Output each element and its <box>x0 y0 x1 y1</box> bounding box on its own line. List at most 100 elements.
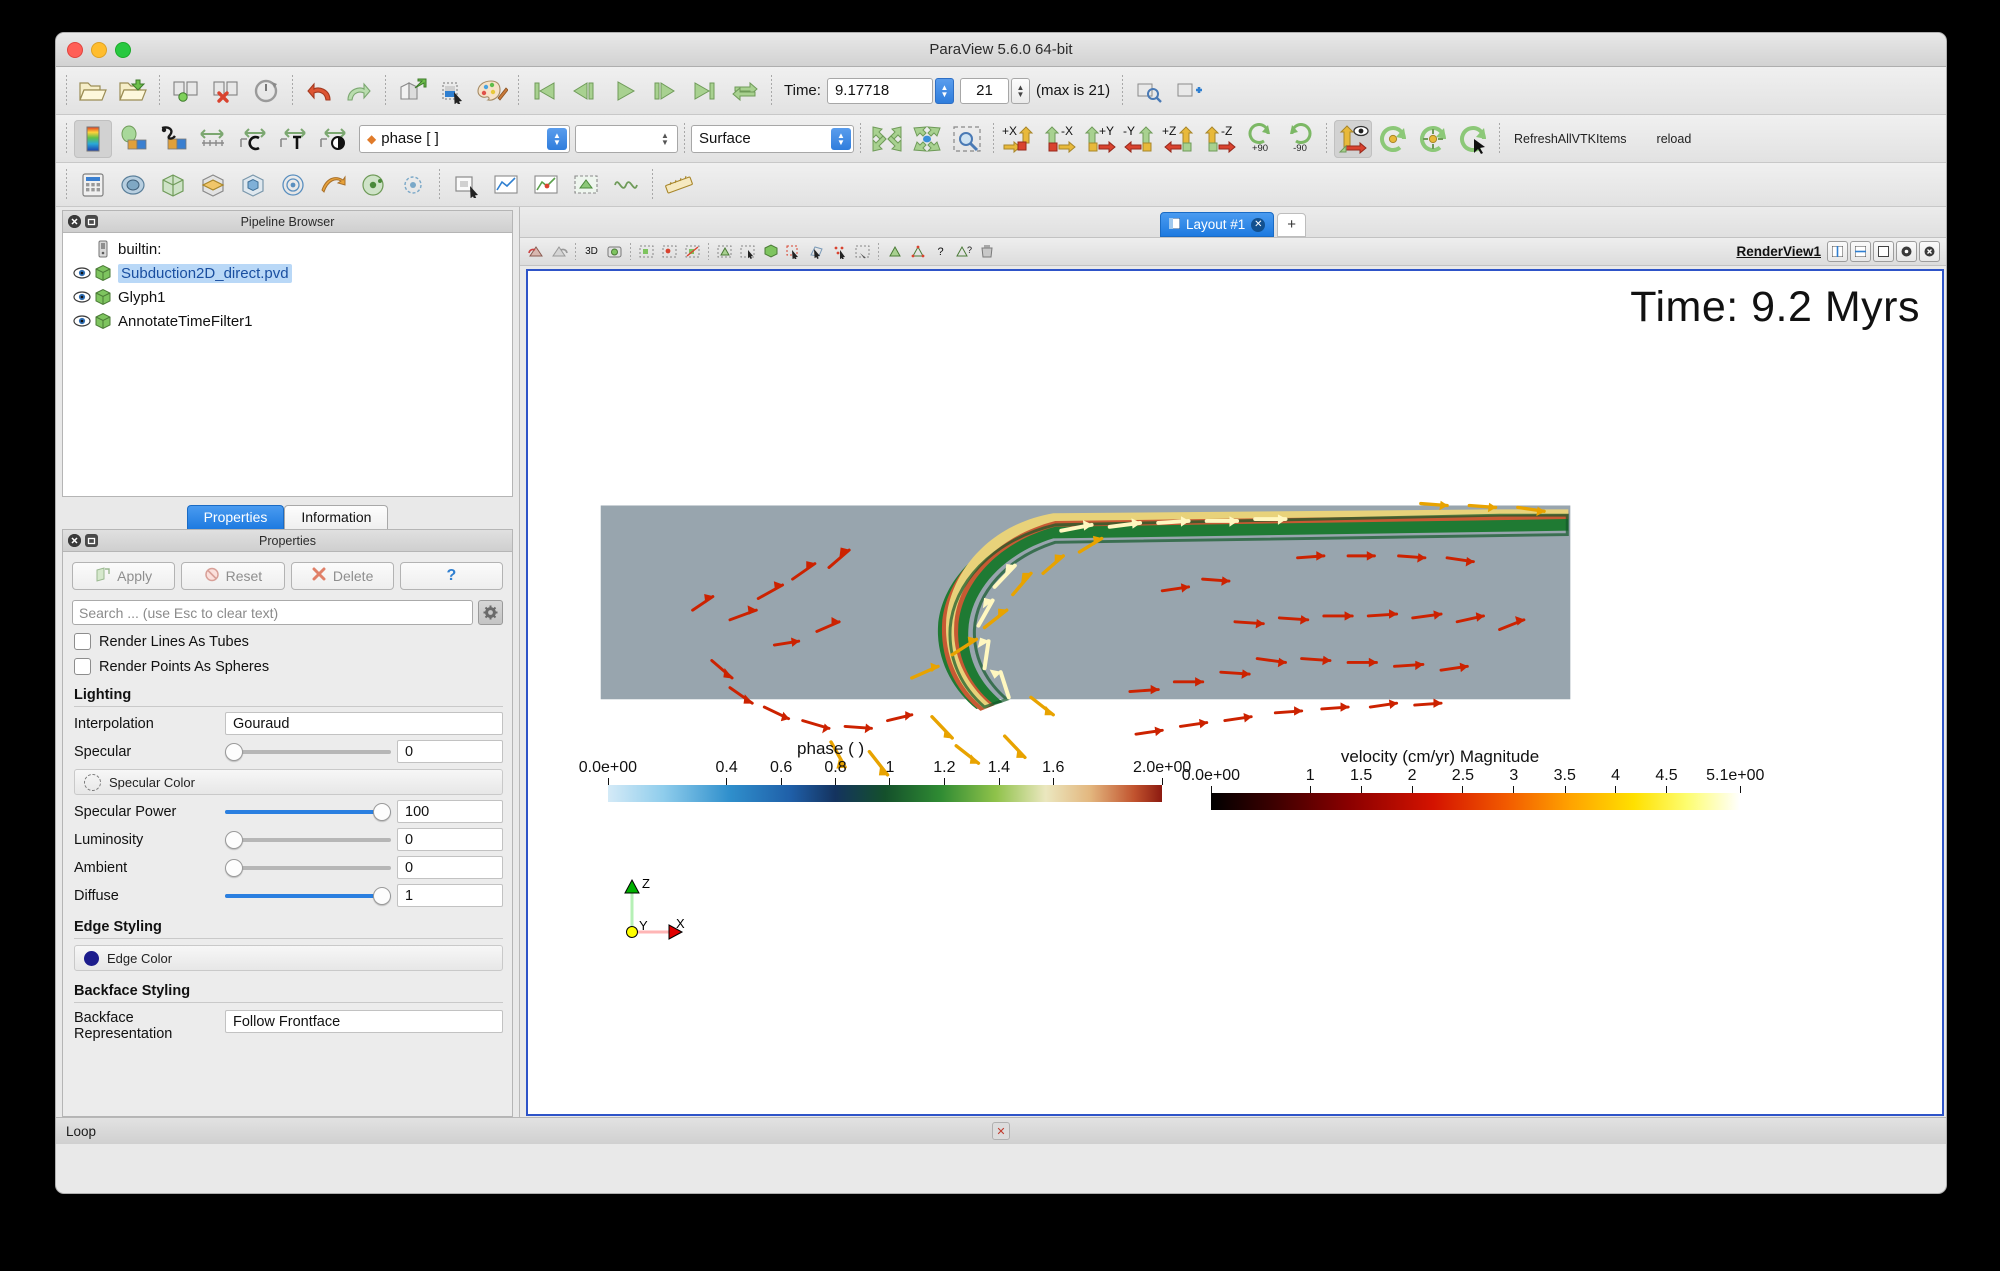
split-vertical-icon[interactable] <box>1850 241 1871 262</box>
close-layout-icon[interactable]: ✕ <box>1251 217 1266 232</box>
camera-plus-y-button[interactable]: +Y <box>1081 120 1119 158</box>
glyph-icon[interactable] <box>314 166 352 204</box>
reset-center-icon[interactable] <box>1374 120 1412 158</box>
pipeline-item-subduction2d-direct-pvd[interactable]: Subduction2D_direct.pvd <box>69 261 506 285</box>
clear-selection-icon[interactable] <box>976 241 997 262</box>
float-panel-icon[interactable] <box>85 534 98 547</box>
open-file-icon[interactable] <box>74 72 112 110</box>
last-frame-icon[interactable] <box>686 72 724 110</box>
rescale-to-visible-range-icon[interactable] <box>314 120 352 158</box>
reset-camera-closest-icon[interactable] <box>1454 120 1492 158</box>
layout-tab-1[interactable]: Layout #1 ✕ <box>1159 212 1275 237</box>
undo-camera-icon[interactable] <box>526 241 547 262</box>
clip-icon[interactable] <box>154 166 192 204</box>
pipeline-browser[interactable]: builtin: Subduction2D_direct.pvd Glyph1 <box>62 233 513 497</box>
extract-selection-icon[interactable] <box>567 166 605 204</box>
render-lines-as-tubes-row[interactable]: Render Lines As Tubes <box>63 625 512 650</box>
redo-icon[interactable] <box>340 72 378 110</box>
ruler-icon[interactable] <box>660 166 698 204</box>
specular-power-slider[interactable] <box>225 802 391 821</box>
luminosity-slider[interactable] <box>225 830 391 849</box>
extract-level-icon[interactable] <box>447 166 485 204</box>
hover-points-icon[interactable] <box>829 241 850 262</box>
interactive-select-cells-icon[interactable] <box>783 241 804 262</box>
color-array-select[interactable]: ◆ phase [ ] ▲ ▼ <box>359 124 570 153</box>
previous-frame-icon[interactable] <box>566 72 604 110</box>
specular-color-button[interactable]: Specular Color <box>74 769 503 795</box>
maximize-icon[interactable] <box>1873 241 1894 262</box>
server-timeout-icon[interactable] <box>247 72 285 110</box>
backface-representation-select[interactable]: Follow Frontface <box>225 1010 503 1033</box>
specular-slider[interactable] <box>225 742 391 761</box>
rotate-minus-90-button[interactable]: -90 <box>1281 120 1319 158</box>
plot-over-line-icon[interactable] <box>487 166 525 204</box>
color-component-select[interactable]: ▲ ▼ <box>575 124 678 153</box>
split-horizontal-icon[interactable] <box>1827 241 1848 262</box>
gear-icon[interactable] <box>478 600 503 625</box>
visibility-toggle[interactable] <box>73 242 91 256</box>
diffuse-value[interactable]: 1 <box>397 884 503 907</box>
next-frame-icon[interactable] <box>646 72 684 110</box>
time-value-input[interactable]: 9.17718 <box>826 77 933 104</box>
ambient-value[interactable]: 0 <box>397 856 503 879</box>
disconnect-server-icon[interactable] <box>207 72 245 110</box>
connect-server-icon[interactable] <box>167 72 205 110</box>
undo-icon[interactable] <box>300 72 338 110</box>
extract-subset-icon[interactable] <box>274 166 312 204</box>
phase-color-legend[interactable]: phase ( ) 0.0e+00 0.4 0.6 0.8 1 1.2 1.4 … <box>579 739 1191 802</box>
select-color-icon[interactable] <box>433 72 471 110</box>
first-frame-icon[interactable] <box>526 72 564 110</box>
camera-minus-x-button[interactable]: -X <box>1041 120 1079 158</box>
diffuse-slider[interactable] <box>225 886 391 905</box>
representation-select[interactable]: Surface ▲ ▼ <box>691 124 854 153</box>
rotate-plus-90-button[interactable]: +90 <box>1241 120 1279 158</box>
velocity-color-legend[interactable]: velocity (cm/yr) Magnitude 0.0e+00 1 1.5… <box>1182 747 1764 811</box>
stream-tracer-icon[interactable] <box>354 166 392 204</box>
macro-reload[interactable]: reload <box>1649 132 1700 146</box>
chevron-updown-icon[interactable]: ▲ ▼ <box>831 127 851 150</box>
select-cells-through-icon[interactable] <box>682 241 703 262</box>
show-center-axes-icon[interactable] <box>1334 119 1372 158</box>
edge-color-button[interactable]: Edge Color <box>74 945 503 971</box>
tab-properties[interactable]: Properties <box>186 505 285 529</box>
calculator-icon[interactable] <box>74 166 112 204</box>
render-points-as-spheres-row[interactable]: Render Points As Spheres <box>63 650 512 675</box>
status-close-icon[interactable]: ✕ <box>992 1122 1010 1140</box>
zoom-to-box-icon[interactable] <box>948 120 986 158</box>
plot-selection-icon[interactable] <box>527 166 565 204</box>
slice-icon[interactable] <box>194 166 232 204</box>
select-cells-icon[interactable] <box>636 241 657 262</box>
color-legend-icon[interactable] <box>114 120 152 158</box>
select-block-icon[interactable] <box>760 241 781 262</box>
delete-button[interactable]: Delete <box>290 562 394 590</box>
rescale-to-temporal-range-icon[interactable] <box>274 120 312 158</box>
specular-power-value[interactable]: 100 <box>397 800 503 823</box>
contour-icon[interactable] <box>114 166 152 204</box>
help-cells-icon[interactable]: ? <box>953 241 974 262</box>
macro-refresh-all-vtk-items[interactable]: RefreshAllVTKItems <box>1506 132 1635 146</box>
group-datasets-icon[interactable] <box>394 166 432 204</box>
apply-button[interactable]: Apply <box>72 562 176 590</box>
pipeline-item-glyph1[interactable]: Glyph1 <box>69 285 506 309</box>
camera-undo-icon[interactable] <box>393 72 431 110</box>
select-cells-polygon-icon[interactable] <box>907 241 928 262</box>
edit-color-map-icon[interactable] <box>473 72 511 110</box>
hover-cells-icon[interactable] <box>806 241 827 262</box>
edit-color-map-icon[interactable] <box>154 120 192 158</box>
color-map-icon[interactable] <box>74 119 112 158</box>
float-panel-icon[interactable] <box>85 215 98 228</box>
redo-camera-icon[interactable] <box>549 241 570 262</box>
select-points-icon[interactable] <box>659 241 680 262</box>
rescale-to-custom-range-icon[interactable] <box>234 120 272 158</box>
zoom-to-data-icon[interactable] <box>908 120 946 158</box>
orientation-axes-widget[interactable]: Z X Y <box>620 874 700 944</box>
frustum-select-points-icon[interactable] <box>737 241 758 262</box>
add-camera-icon[interactable] <box>1170 72 1208 110</box>
interpolation-select[interactable]: Gouraud <box>225 712 503 735</box>
render-lines-as-tubes-checkbox[interactable] <box>74 633 91 650</box>
close-panel-icon[interactable] <box>68 534 81 547</box>
time-stepper[interactable]: ▲ ▼ <box>934 77 954 104</box>
zoom-to-data-icon[interactable] <box>1130 72 1168 110</box>
toggle-3d-icon[interactable]: 3D <box>581 241 602 262</box>
camera-minus-z-button[interactable]: -Z <box>1201 120 1239 158</box>
